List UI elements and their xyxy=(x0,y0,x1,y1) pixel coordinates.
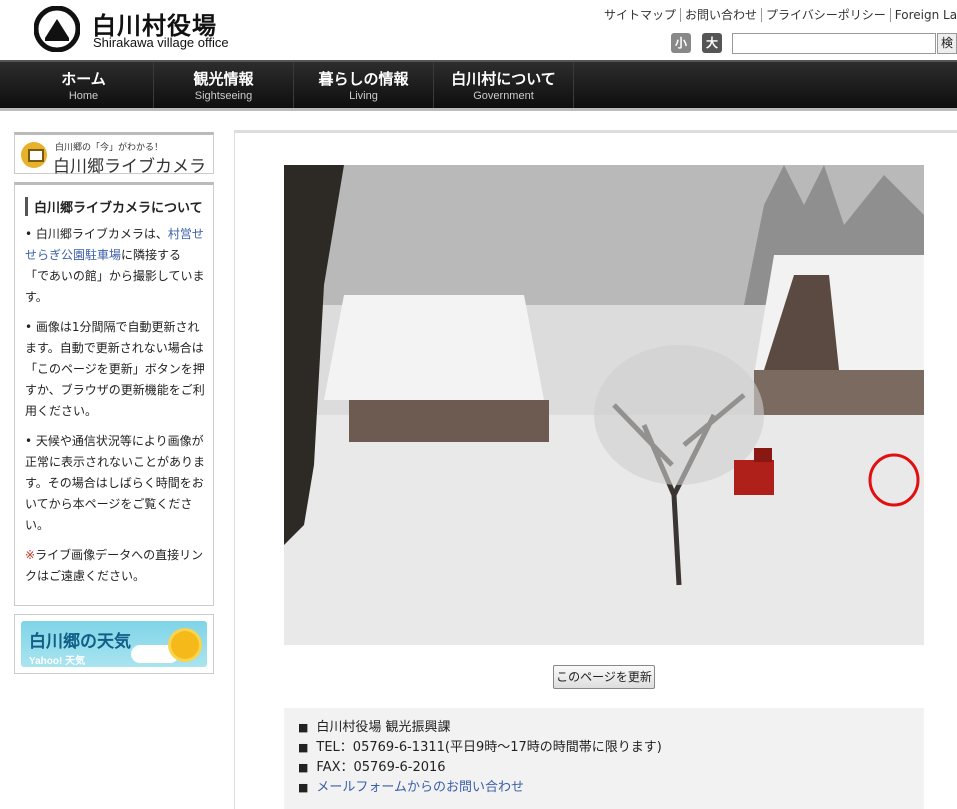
global-nav: ホーム Home 観光情報 Sightseeing 暮らしの情報 Living … xyxy=(0,60,957,108)
camera-info-refresh: • 画像は1分間隔で自動更新されます。自動で更新されない場合は「このページを更新… xyxy=(25,320,205,418)
nav-home[interactable]: ホーム Home xyxy=(14,62,154,108)
live-camera-image xyxy=(284,165,924,645)
weather-banner[interactable]: 白川郷の天気 Yahoo! 天気 xyxy=(14,614,214,674)
font-small-button[interactable]: 小 xyxy=(671,33,691,53)
notice-mark: ※ xyxy=(25,548,36,562)
snowy-village-scene xyxy=(284,165,924,645)
sitemap-link[interactable]: サイトマップ xyxy=(600,8,682,22)
weather-title: 白川郷の天気 xyxy=(29,632,131,652)
contact-tel: TEL：05769-6-1311(平日9時～17時の時間帯に限ります) xyxy=(298,738,910,758)
privacy-link[interactable]: プライバシーポリシー xyxy=(762,8,891,22)
nav-living[interactable]: 暮らしの情報 Living xyxy=(294,62,434,108)
weather-banner-image: 白川郷の天気 Yahoo! 天気 xyxy=(21,621,207,667)
live-camera-banner[interactable]: 白川郷の「今」がわかる！ 白川郷ライブカメラ xyxy=(14,132,214,177)
contact-form-item: メールフォームからのお問い合わせ xyxy=(298,778,910,798)
contact-info: 白川村役場 観光振興課 TEL：05769-6-1311(平日9時～17時の時間… xyxy=(284,708,924,809)
weather-provider: Yahoo! 天気 xyxy=(29,656,86,667)
camera-info-weather: • 天候や通信状況等により画像が正常に表示されないことがあります。その場合はしば… xyxy=(25,434,206,532)
nav-sightseeing-label: 観光情報 xyxy=(193,70,254,88)
site-header: 白川村役場 Shirakawa village office サイトマップ お問い… xyxy=(0,0,957,60)
village-logo-icon[interactable] xyxy=(34,6,80,52)
nav-divider xyxy=(0,108,957,111)
contact-form-link[interactable]: メールフォームからのお問い合わせ xyxy=(316,780,524,795)
search-input[interactable] xyxy=(732,33,936,54)
nav-living-label: 暮らしの情報 xyxy=(318,70,409,88)
location-text-a: • 白川郷ライブカメラは、 xyxy=(25,227,168,241)
refresh-page-button[interactable]: このページを更新 xyxy=(553,665,655,689)
contact-department: 白川村役場 観光振興課 xyxy=(298,718,910,738)
nav-home-label: ホーム xyxy=(61,70,106,88)
nav-home-sublabel: Home xyxy=(68,90,99,102)
monitor-icon xyxy=(21,142,47,168)
site-subtitle: Shirakawa village office xyxy=(93,35,229,50)
nav-government-label: 白川村について xyxy=(451,70,556,88)
camera-info-location: • 白川郷ライブカメラは、村営せせらぎ公園駐車場に隣接する「であいの館」から撮影… xyxy=(25,224,205,308)
utility-links: サイトマップお問い合わせプライバシーポリシーForeign Language xyxy=(600,6,957,23)
sun-icon xyxy=(171,631,199,659)
camera-info-link-notice: ※ライブ画像データへの直接リンクはご遠慮ください。 xyxy=(25,545,205,587)
nav-sightseeing[interactable]: 観光情報 Sightseeing xyxy=(154,62,294,108)
foreign-language-link[interactable]: Foreign Language xyxy=(891,8,957,22)
nav-sightseeing-sublabel: Sightseeing xyxy=(194,90,253,102)
camera-info-heading: 白川郷ライブカメラについて xyxy=(25,197,205,216)
nav-government[interactable]: 白川村について Government xyxy=(434,62,574,108)
font-large-button[interactable]: 大 xyxy=(702,33,722,53)
contact-link[interactable]: お問い合わせ xyxy=(681,8,763,22)
notice-text: ライブ画像データへの直接リンクはご遠慮ください。 xyxy=(25,548,204,583)
camera-info-box: 白川郷ライブカメラについて • 白川郷ライブカメラは、村営せせらぎ公園駐車場に隣… xyxy=(14,182,214,606)
nav-living-sublabel: Living xyxy=(349,90,378,102)
contact-fax: FAX：05769-6-2016 xyxy=(298,758,910,778)
search-button[interactable]: 検索 xyxy=(937,33,957,54)
nav-government-sublabel: Government xyxy=(473,90,534,102)
banner-title: 白川郷ライブカメラ xyxy=(53,157,206,177)
